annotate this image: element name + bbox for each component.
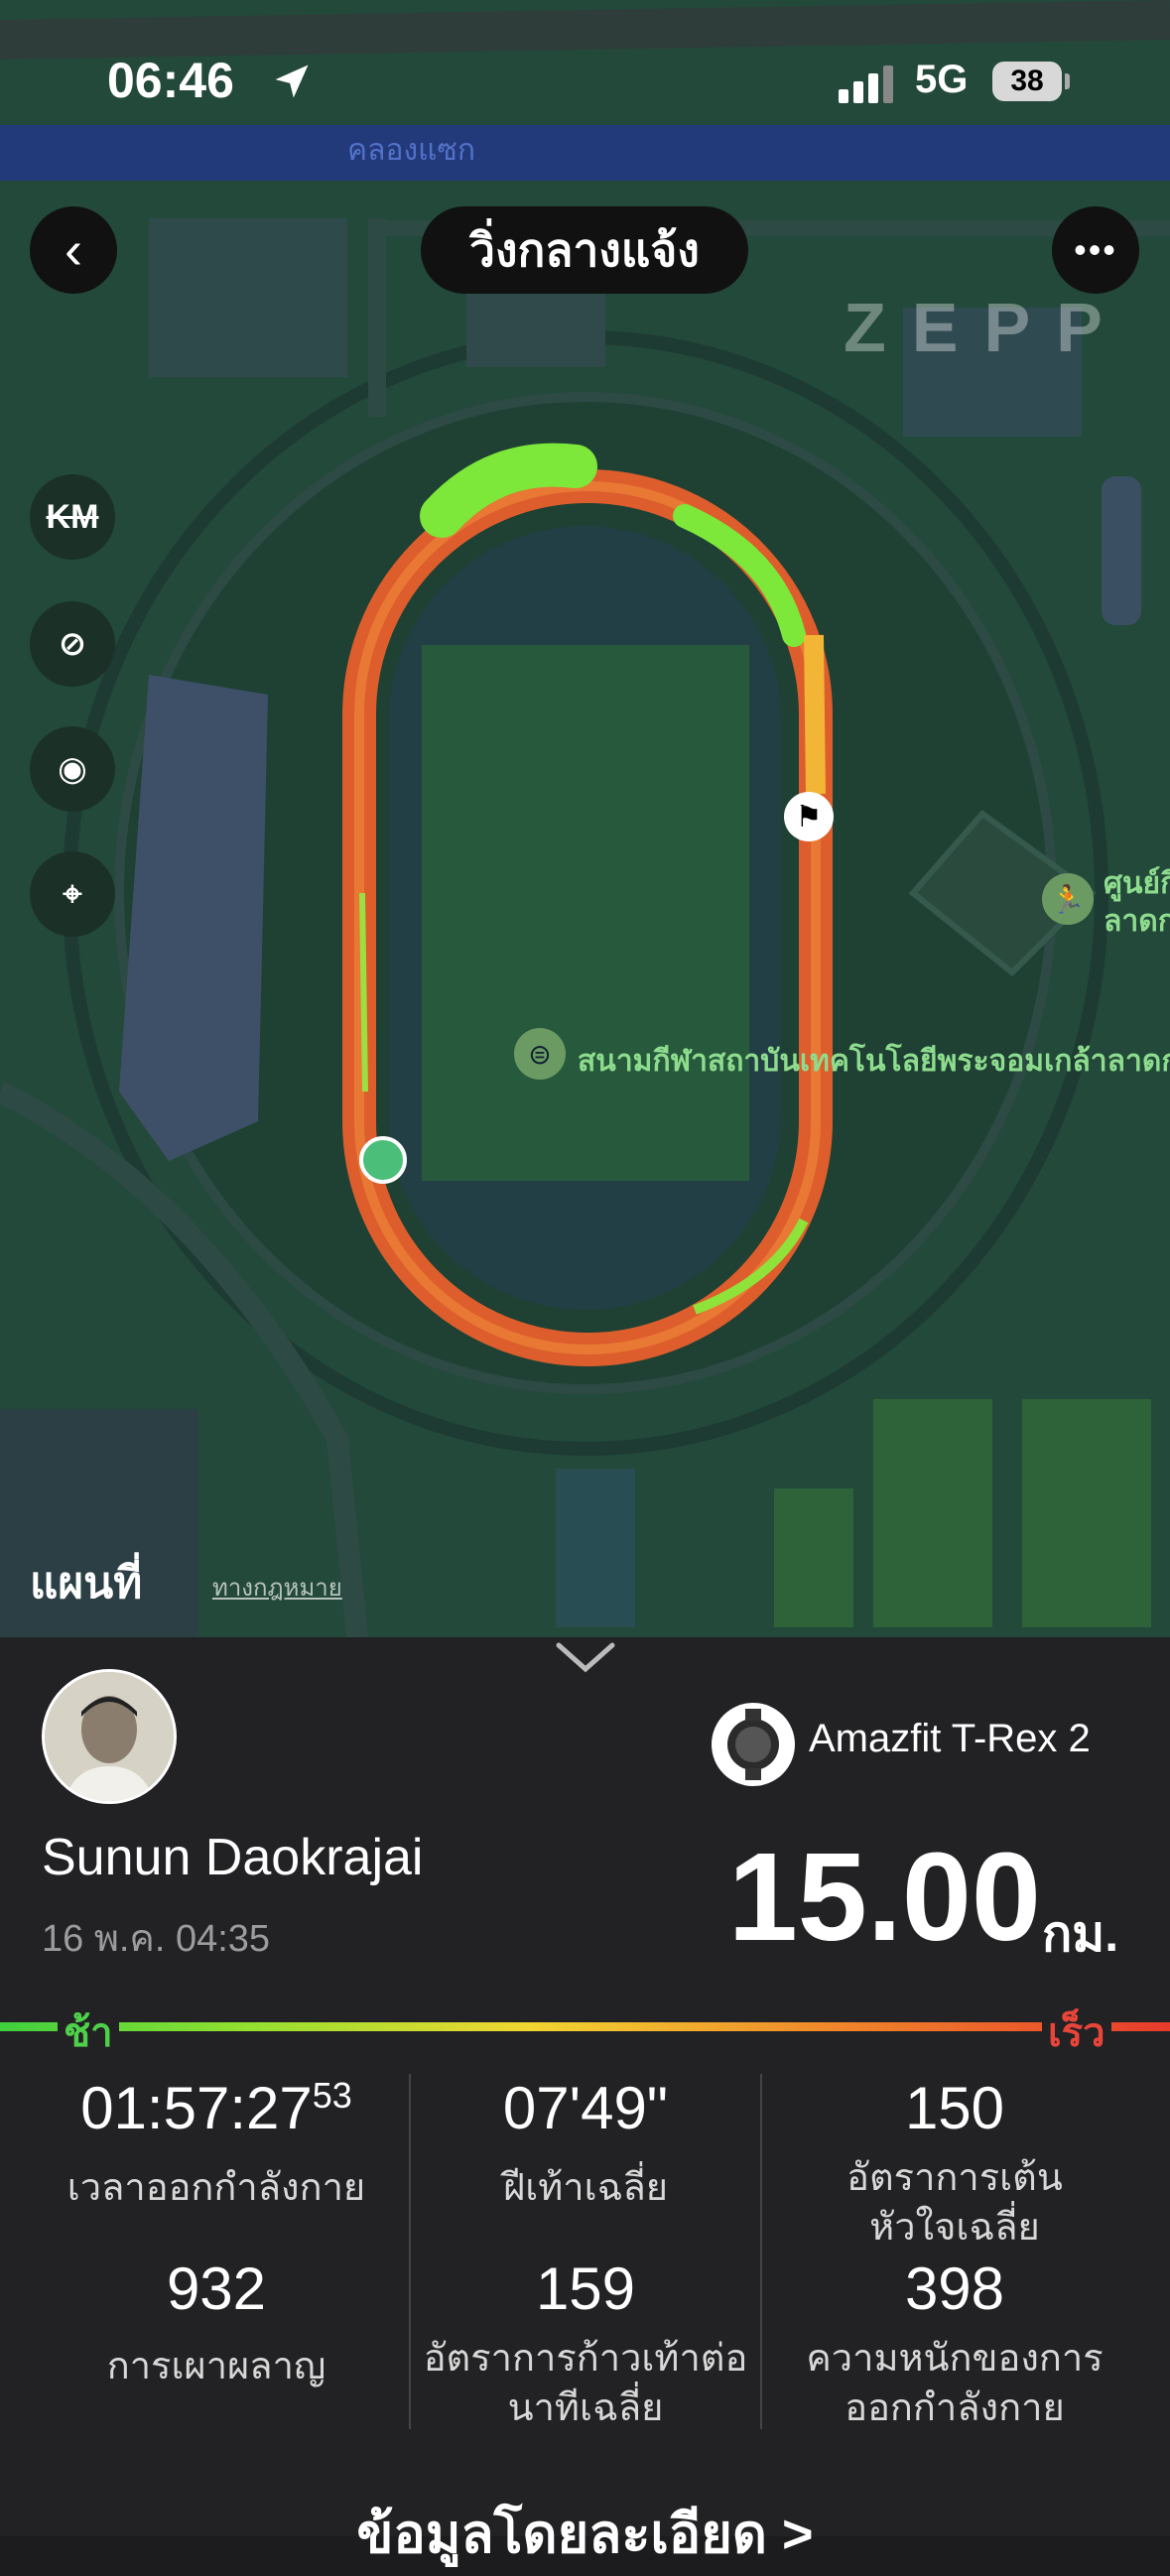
activity-date: 16 พ.ค. 04:35	[42, 1918, 271, 1960]
avatar-image	[45, 1672, 174, 1801]
stadium-icon: ⊜	[514, 1028, 566, 1080]
stat-duration-label: เวลาออกกำลังกาย	[66, 2167, 366, 2209]
signal-icon	[839, 65, 898, 103]
stat-training-load-label: ความหนักของการ ออกกำลังกาย	[806, 2338, 1104, 2429]
stat-cadence-value: 159	[535, 2255, 636, 2322]
zepp-logo: ZEPP	[844, 289, 1128, 366]
locate-button[interactable]: ⌖	[30, 851, 115, 937]
distance-value: 15.00	[727, 1827, 1041, 1967]
activity-title: วิ่งกลางแจ้ง	[421, 206, 748, 294]
speed-off-icon: ⊘	[58, 625, 87, 663]
details-link[interactable]: ข้อมูลโดยละเอียด >	[0, 2491, 1170, 2576]
status-time: 06:46	[107, 53, 234, 108]
chevron-down-icon[interactable]	[553, 1637, 618, 1677]
stat-calories-value: 932	[166, 2255, 267, 2322]
pace-slow-label: ช้า	[58, 2000, 119, 2064]
distance-unit: กม.	[1042, 1906, 1119, 1962]
stat-training-load-value: 398	[904, 2255, 1005, 2322]
stat-heart-rate-value: 150	[904, 2075, 1005, 2141]
stat-duration-value: 01:57:2753	[80, 2075, 352, 2141]
avatar[interactable]	[42, 1669, 177, 1804]
stat-duration-hundredths: 53	[312, 2075, 352, 2116]
user-name: Sunun Daokrajai	[42, 1829, 424, 1886]
finish-flag-icon: ⚑	[784, 792, 834, 841]
view-toggle[interactable]: ◉	[30, 726, 115, 812]
battery-tip	[1065, 73, 1070, 89]
location-arrow-icon	[275, 64, 309, 98]
start-marker-icon	[359, 1136, 407, 1184]
km-markers-toggle[interactable]: KM	[30, 474, 115, 560]
poi-stadium-label[interactable]: สนามกีฬาสถาบันเทคโนโลยีพระจอมเกล้าลาดก	[578, 1038, 1170, 1085]
status-bar: 06:46 5G 38	[0, 0, 1170, 159]
apple-maps-logo: แผนที่	[30, 1559, 143, 1608]
eye-icon: ◉	[58, 750, 87, 788]
more-dots-icon: •••	[1074, 229, 1117, 270]
stat-cadence-label: อัตราการก้าวเท้าต่อ นาทีเฉลี่ย	[423, 2338, 748, 2429]
stat-heart-rate-label: อัตราการเต้น หัวใจเฉลี่ย	[846, 2157, 1063, 2249]
stat-calories-label: การเผาผลาญ	[106, 2346, 326, 2387]
pace-fast-label: เร็ว	[1042, 2000, 1111, 2064]
more-button[interactable]: •••	[1052, 206, 1139, 294]
stat-pace-label: ฝีเท้าเฉลี่ย	[502, 2167, 669, 2209]
legal-link[interactable]: ทางกฎหมาย	[212, 1568, 342, 1607]
poi-center-label[interactable]: ศูนย์กี ลาดก	[1104, 865, 1170, 941]
crosshair-icon: ⌖	[63, 874, 82, 913]
km-icon: KM	[46, 497, 99, 536]
back-button[interactable]: ‹	[30, 206, 117, 294]
battery-icon: 38	[992, 62, 1062, 101]
running-icon: 🏃	[1042, 873, 1094, 925]
pace-gradient-bar	[0, 2022, 1170, 2031]
watch-icon	[712, 1703, 795, 1786]
device-name[interactable]: Amazfit T-Rex 2	[809, 1717, 1091, 1761]
chevron-left-icon: ‹	[65, 220, 82, 280]
stat-pace-value: 07'49"	[502, 2075, 669, 2141]
pace-toggle[interactable]: ⊘	[30, 601, 115, 687]
network-type: 5G	[915, 58, 969, 101]
